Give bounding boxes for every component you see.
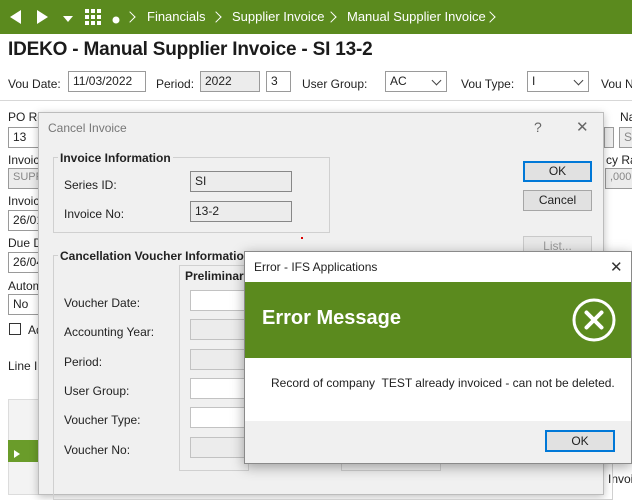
error-dialog-close-icon[interactable]: ✕ [610,258,623,276]
user-group-label: User Group: [302,77,368,91]
vou-date-label: Vou Date: [8,77,61,91]
currency-rate-label: cy Rat [606,153,632,167]
help-button[interactable]: ? [534,119,542,135]
period-year-field: 2022 [200,71,260,92]
invoice-label: Invoic [8,153,40,167]
cancel-dialog-close-icon[interactable]: ✕ [576,118,589,136]
forward-arrow-icon[interactable] [36,9,50,28]
invoice-no-label: Invoice No: [64,207,125,221]
breadcrumb-manual-supplier-invoice[interactable]: Manual Supplier Invoice [347,9,486,24]
user-group-row-input[interactable] [190,378,250,399]
vou-no-label: Vou No [601,77,632,91]
name-field: SI [619,127,632,148]
home-dot-icon[interactable] [112,13,120,27]
invoice-no-field: 13-2 [190,201,292,222]
cancellation-voucher-title: Cancellation Voucher Information [58,249,254,263]
period-number-field[interactable]: 3 [266,71,291,92]
back-arrow-icon[interactable] [8,9,22,28]
header-divider [0,100,632,101]
apps-grid-icon[interactable] [85,9,101,28]
cancel-dialog-ok-button[interactable]: OK [523,161,592,182]
breadcrumb-financials[interactable]: Financials [147,9,206,24]
user-group-select[interactable]: AC [385,71,447,92]
error-banner-title: Error Message [262,307,401,329]
error-dialog-title: Error - IFS Applications [254,260,378,274]
breadcrumb-separator-icon [124,11,136,23]
period-label: Period: [156,77,195,91]
breadcrumb-separator-icon [210,11,222,23]
preliminary-column-header: Preliminar [185,269,244,283]
invoice-information-title: Invoice Information [58,151,173,165]
voucher-type-label: Voucher Type: [64,413,141,427]
invoice-date-label: Invoic [8,194,40,208]
error-circle-x-icon [571,297,617,346]
currency-rate-field: ,000 [605,168,632,189]
vou-type-select[interactable]: I [527,71,589,92]
voucher-date-label: Voucher Date: [64,296,141,310]
error-ok-button[interactable]: OK [545,430,615,452]
vou-type-label: Vou Type: [461,77,515,91]
period-row-field [190,349,250,370]
accounting-year-field [190,319,250,340]
additional-checkbox[interactable] [9,323,21,335]
error-dialog: Error - IFS Applications ✕ Error Message… [244,251,632,464]
breadcrumb-separator-icon [484,11,496,23]
breadcrumb-separator-icon [325,11,337,23]
page-title: IDEKO - Manual Supplier Invoice - SI 13-… [8,39,373,60]
dropdown-caret-icon[interactable] [63,13,73,27]
vou-date-input[interactable]: 11/03/2022 [68,71,146,92]
top-navigation-bar: Financials Supplier Invoice Manual Suppl… [0,0,632,34]
voucher-date-input[interactable] [190,290,250,311]
breadcrumb-supplier-invoice[interactable]: Supplier Invoice [232,9,325,24]
error-banner: Error Message [245,282,631,358]
period-row-label: Period: [64,355,103,369]
accounting-year-label: Accounting Year: [64,325,155,339]
red-mark [301,237,303,239]
cancel-dialog-title: Cancel Invoice [48,121,127,135]
series-id-field: SI [190,171,292,192]
series-id-label: Series ID: [64,178,117,192]
error-message-text: Record of company TEST already invoiced … [271,376,615,390]
partial-field [604,127,614,148]
voucher-no-label: Voucher No: [64,443,131,457]
voucher-type-input[interactable] [190,407,250,428]
user-group-row-label: User Group: [64,384,130,398]
grid-expand-arrow-icon[interactable] [13,447,21,461]
name-label: Na [620,110,632,124]
cancel-dialog-cancel-button[interactable]: Cancel [523,190,592,211]
voucher-no-field [190,437,250,458]
